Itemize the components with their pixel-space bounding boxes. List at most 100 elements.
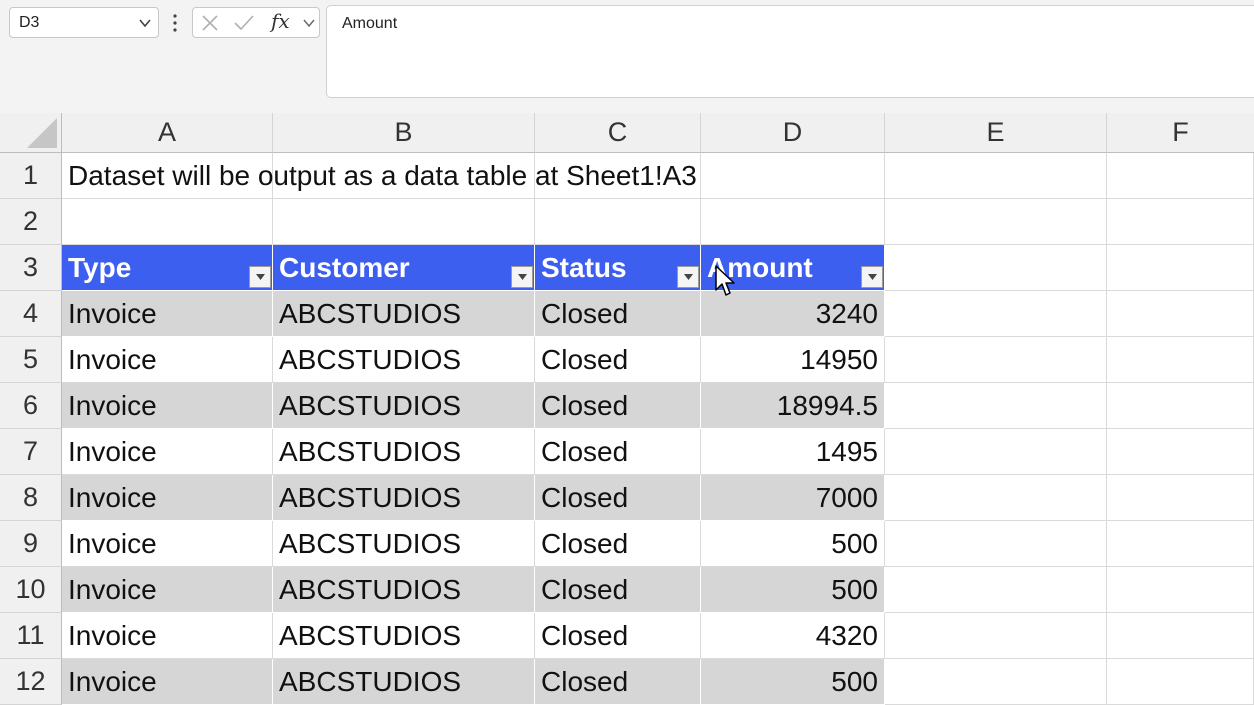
table-cell[interactable]: Invoice [62, 337, 273, 383]
name-box[interactable]: D3 [9, 7, 159, 38]
empty-cell[interactable] [701, 153, 885, 199]
table-cell[interactable]: ABCSTUDIOS [273, 475, 535, 521]
table-cell[interactable]: ABCSTUDIOS [273, 429, 535, 475]
table-cell[interactable]: Invoice [62, 291, 273, 337]
table-cell[interactable]: 500 [701, 659, 885, 705]
empty-cell[interactable] [62, 199, 273, 245]
row-header-12[interactable]: 12 [0, 659, 62, 705]
table-cell[interactable]: Closed [535, 291, 701, 337]
column-header-c[interactable]: C [535, 113, 701, 153]
empty-cell[interactable] [885, 337, 1107, 383]
empty-cell[interactable] [1107, 521, 1254, 567]
more-options-icon[interactable] [172, 12, 178, 34]
table-cell[interactable]: ABCSTUDIOS [273, 521, 535, 567]
filter-dropdown-button[interactable] [511, 266, 533, 288]
column-header-b[interactable]: B [273, 113, 535, 153]
chevron-down-icon[interactable] [138, 16, 152, 30]
column-header-f[interactable]: F [1107, 113, 1254, 153]
empty-cell[interactable] [885, 153, 1107, 199]
empty-cell[interactable] [1107, 291, 1254, 337]
empty-cell[interactable] [885, 199, 1107, 245]
table-cell[interactable]: Invoice [62, 429, 273, 475]
table-cell[interactable]: Closed [535, 521, 701, 567]
empty-cell[interactable] [1107, 383, 1254, 429]
row-header-8[interactable]: 8 [0, 475, 62, 521]
empty-cell[interactable] [885, 475, 1107, 521]
empty-cell[interactable] [885, 291, 1107, 337]
empty-cell[interactable] [535, 199, 701, 245]
select-all-corner[interactable] [0, 113, 62, 153]
table-cell[interactable]: Invoice [62, 521, 273, 567]
empty-cell[interactable] [1107, 567, 1254, 613]
table-cell[interactable]: 14950 [701, 337, 885, 383]
empty-cell[interactable] [885, 567, 1107, 613]
check-icon[interactable] [233, 14, 255, 32]
row-header-3[interactable]: 3 [0, 245, 62, 291]
formula-bar-area: D3 fx Amount [0, 0, 1254, 113]
empty-cell[interactable] [885, 383, 1107, 429]
table-cell[interactable]: Invoice [62, 567, 273, 613]
empty-cell[interactable] [885, 521, 1107, 567]
column-header-e[interactable]: E [885, 113, 1107, 153]
table-header-cell[interactable]: Type [62, 245, 273, 291]
column-header-d[interactable]: D [701, 113, 885, 153]
table-cell[interactable]: Closed [535, 383, 701, 429]
table-cell[interactable]: Closed [535, 613, 701, 659]
table-cell[interactable]: 18994.5 [701, 383, 885, 429]
table-cell[interactable]: 500 [701, 521, 885, 567]
table-cell[interactable]: ABCSTUDIOS [273, 291, 535, 337]
chevron-down-icon[interactable] [302, 16, 316, 30]
row-header-4[interactable]: 4 [0, 291, 62, 337]
empty-cell[interactable] [1107, 429, 1254, 475]
table-cell[interactable]: 500 [701, 567, 885, 613]
filter-dropdown-button[interactable] [861, 266, 883, 288]
table-cell[interactable]: Invoice [62, 383, 273, 429]
table-cell[interactable]: ABCSTUDIOS [273, 567, 535, 613]
table-cell[interactable]: 1495 [701, 429, 885, 475]
table-header-cell[interactable]: Customer [273, 245, 535, 291]
row-header-11[interactable]: 11 [0, 613, 62, 659]
table-header-cell[interactable]: Status [535, 245, 701, 291]
formula-input[interactable]: Amount [326, 5, 1254, 98]
row-header-7[interactable]: 7 [0, 429, 62, 475]
table-cell[interactable]: ABCSTUDIOS [273, 383, 535, 429]
empty-cell[interactable] [885, 245, 1107, 291]
filter-dropdown-button[interactable] [249, 266, 271, 288]
row-header-2[interactable]: 2 [0, 199, 62, 245]
empty-cell[interactable] [1107, 199, 1254, 245]
column-header-a[interactable]: A [62, 113, 273, 153]
empty-cell[interactable] [1107, 337, 1254, 383]
row-header-1[interactable]: 1 [0, 153, 62, 199]
empty-cell[interactable] [1107, 153, 1254, 199]
table-cell[interactable]: 4320 [701, 613, 885, 659]
empty-cell[interactable] [885, 613, 1107, 659]
table-cell[interactable]: Closed [535, 429, 701, 475]
table-cell[interactable]: Closed [535, 567, 701, 613]
table-cell[interactable]: ABCSTUDIOS [273, 337, 535, 383]
row-header-6[interactable]: 6 [0, 383, 62, 429]
table-cell[interactable]: Invoice [62, 659, 273, 705]
cancel-icon[interactable] [201, 14, 219, 32]
row-header-9[interactable]: 9 [0, 521, 62, 567]
empty-cell[interactable] [1107, 475, 1254, 521]
table-cell[interactable]: Invoice [62, 613, 273, 659]
table-cell[interactable]: Invoice [62, 475, 273, 521]
row-header-10[interactable]: 10 [0, 567, 62, 613]
table-cell[interactable]: ABCSTUDIOS [273, 659, 535, 705]
empty-cell[interactable] [701, 199, 885, 245]
table-cell[interactable]: Closed [535, 337, 701, 383]
filter-dropdown-button[interactable] [677, 266, 699, 288]
table-cell[interactable]: 7000 [701, 475, 885, 521]
empty-cell[interactable] [1107, 659, 1254, 705]
empty-cell[interactable] [273, 199, 535, 245]
empty-cell[interactable] [1107, 613, 1254, 659]
table-cell[interactable]: Closed [535, 475, 701, 521]
insert-function-icon[interactable]: fx [271, 9, 290, 33]
empty-cell[interactable] [1107, 245, 1254, 291]
title-cell[interactable]: Dataset will be output as a data table a… [62, 153, 697, 199]
empty-cell[interactable] [885, 429, 1107, 475]
table-cell[interactable]: Closed [535, 659, 701, 705]
empty-cell[interactable] [885, 659, 1107, 705]
row-header-5[interactable]: 5 [0, 337, 62, 383]
table-cell[interactable]: ABCSTUDIOS [273, 613, 535, 659]
